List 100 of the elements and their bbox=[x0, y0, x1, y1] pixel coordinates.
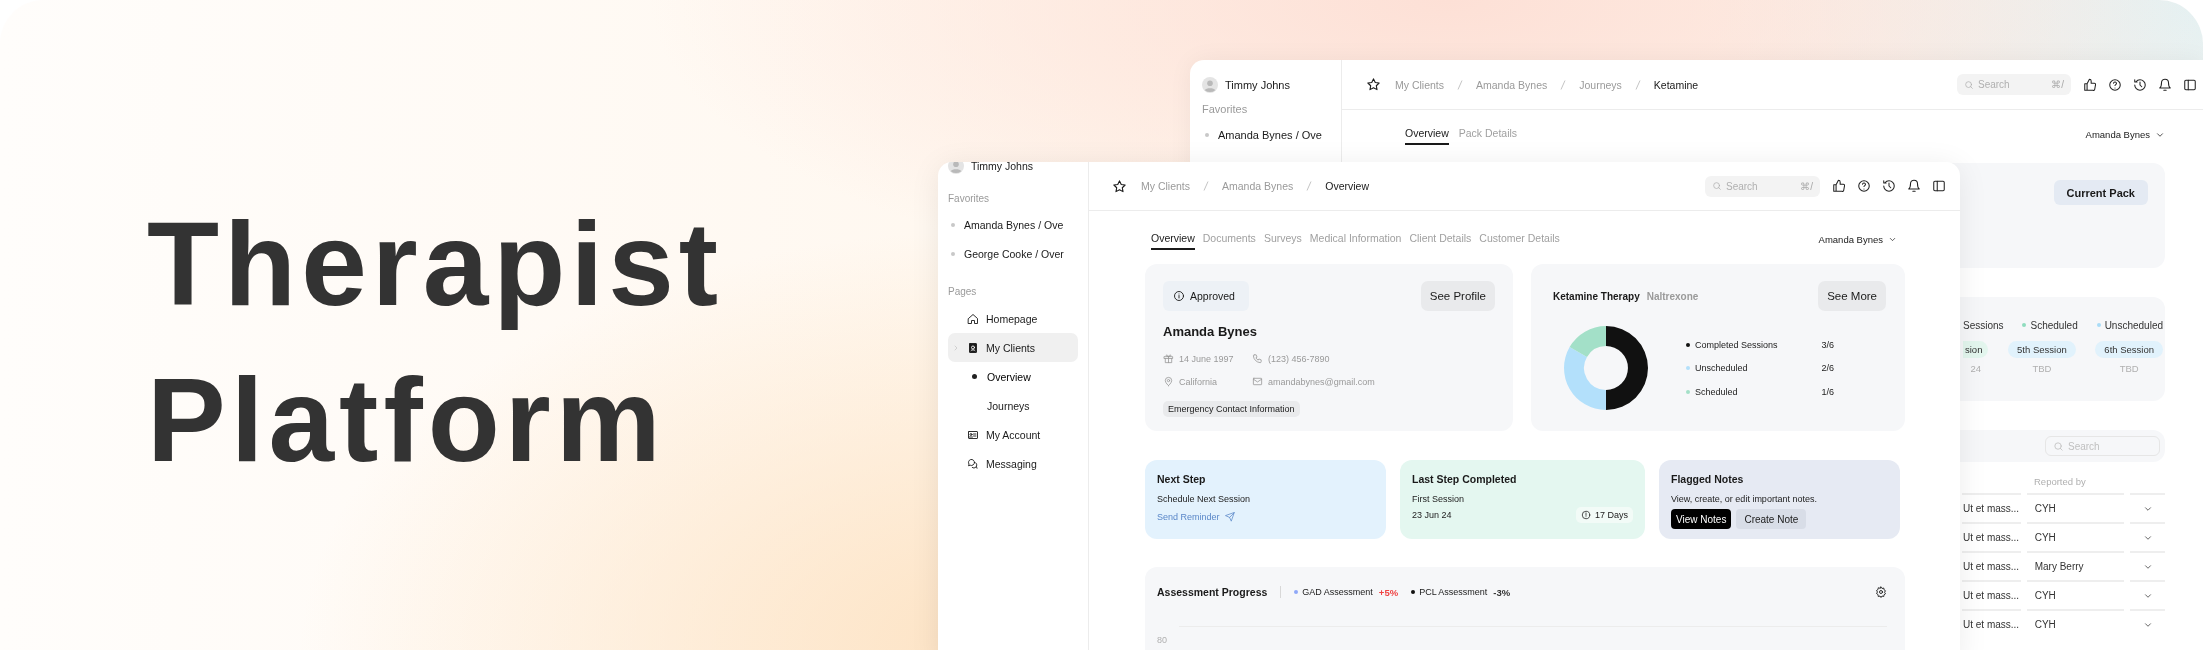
section-heading: Favorites bbox=[1202, 102, 1249, 116]
favorite-link[interactable]: Amanda Bynes / Ove bbox=[948, 210, 1078, 239]
table-cell: Ut et mass... bbox=[1962, 522, 2021, 551]
legend-label: GAD Assessment bbox=[1302, 587, 1373, 597]
session-pill: sion bbox=[1963, 341, 1989, 358]
notification-bell-icon[interactable] bbox=[2158, 77, 2172, 92]
tab[interactable]: Overview bbox=[1405, 124, 1449, 145]
card-text: First Session bbox=[1412, 494, 1465, 504]
history-icon[interactable] bbox=[1882, 179, 1896, 193]
thumbs-up-icon[interactable] bbox=[2083, 77, 2097, 92]
settings-icon[interactable] bbox=[1875, 586, 1887, 598]
banner-title: Therapist Platform bbox=[147, 197, 725, 488]
client-select[interactable]: Amanda Bynes bbox=[1818, 234, 1897, 245]
legend-label: Unscheduled bbox=[2104, 319, 2163, 331]
card-title: Next Step bbox=[1157, 473, 1207, 487]
section-heading: Favorites bbox=[948, 192, 991, 206]
table-cell: Ut et mass... bbox=[1962, 551, 2021, 580]
help-icon[interactable] bbox=[1857, 179, 1871, 193]
nav-item[interactable]: My Clients bbox=[948, 333, 1078, 362]
slash-separator-icon bbox=[1560, 79, 1567, 90]
sidebar-icon[interactable] bbox=[1932, 179, 1946, 193]
mail-icon bbox=[1252, 376, 1263, 387]
client-name: Amanda Bynes bbox=[1163, 324, 1258, 340]
status-badge: Approved bbox=[1163, 281, 1249, 311]
see-more-button[interactable]: See More bbox=[1818, 281, 1886, 311]
nav-subitem[interactable]: Journeys bbox=[948, 391, 1078, 420]
card-text: View, create, or edit important notes. bbox=[1671, 494, 1818, 504]
detail-text: 14 June 1997 bbox=[1179, 353, 1234, 364]
sidebar-icon[interactable] bbox=[2183, 77, 2197, 92]
thumbs-up-icon[interactable] bbox=[1832, 179, 1846, 193]
legend-label: Completed Sessions bbox=[1695, 339, 1779, 350]
table-cell: Mary Berry bbox=[2026, 551, 2125, 580]
table-cell: CYH bbox=[2026, 493, 2125, 522]
send-icon bbox=[1224, 512, 1235, 522]
legend-value: 1/6 bbox=[1821, 386, 1834, 397]
create-note-button[interactable]: Create Note bbox=[1736, 509, 1807, 529]
legend-value: 3/6 bbox=[1821, 339, 1834, 350]
emergency-contact-tag[interactable]: Emergency Contact Information bbox=[1163, 401, 1300, 417]
star-icon[interactable] bbox=[1366, 77, 1381, 92]
session-date: TBD bbox=[2032, 363, 2052, 374]
nav-item[interactable]: Messaging bbox=[948, 449, 1078, 478]
legend-label: PCL Assessment bbox=[1419, 587, 1488, 597]
tab[interactable]: Overview bbox=[1151, 229, 1195, 250]
legend-label: Sessions bbox=[1963, 319, 2004, 331]
detail-text: amandabynes@gmail.com bbox=[1268, 376, 1375, 387]
slash-separator-icon bbox=[1203, 181, 1209, 191]
session-date: 24 bbox=[1970, 363, 1981, 374]
current-pack-button[interactable]: Current Pack bbox=[2053, 180, 2148, 205]
id-card-icon bbox=[967, 428, 979, 441]
avatar-icon bbox=[948, 162, 964, 174]
search-icon bbox=[1964, 79, 1974, 90]
table-cell: Ut et mass... bbox=[1962, 580, 2021, 609]
detail-text: California bbox=[1179, 376, 1218, 387]
session-pill: 5th Session bbox=[2008, 341, 2076, 358]
breadcrumb-link[interactable]: Overview bbox=[1325, 180, 1369, 192]
client-select[interactable]: Amanda Bynes bbox=[2085, 129, 2165, 140]
card-text: Schedule Next Session bbox=[1157, 494, 1252, 504]
slash-separator-icon bbox=[1634, 79, 1641, 90]
history-icon[interactable] bbox=[2133, 77, 2147, 92]
nav-item[interactable]: Homepage bbox=[948, 304, 1078, 333]
legend-label: Scheduled bbox=[1695, 386, 1739, 397]
column-header: Reported by bbox=[2033, 476, 2087, 489]
notification-bell-icon[interactable] bbox=[1907, 179, 1921, 193]
star-icon[interactable] bbox=[1112, 178, 1127, 194]
favorite-link[interactable]: Amanda Bynes / Ove bbox=[1202, 120, 1329, 149]
gift-icon bbox=[1163, 353, 1174, 364]
search-icon bbox=[2053, 440, 2064, 452]
search-icon bbox=[1712, 181, 1722, 191]
location-icon bbox=[1163, 376, 1174, 387]
table-cell: CYH bbox=[2026, 609, 2125, 638]
favorite-link[interactable]: George Cooke / Over bbox=[948, 239, 1078, 268]
slash-separator-icon bbox=[1306, 181, 1313, 191]
breadcrumb-link[interactable]: Ketamine bbox=[1653, 78, 1699, 91]
legend-label: Scheduled bbox=[2030, 319, 2078, 331]
alert-icon bbox=[1580, 510, 1591, 520]
chat-icon bbox=[967, 457, 979, 470]
nav-item[interactable]: My Account bbox=[948, 420, 1078, 449]
see-profile-button[interactable]: See Profile bbox=[1420, 281, 1495, 311]
therapy-subtitle: Naltrexone bbox=[1646, 290, 1699, 302]
change-value: +5% bbox=[1378, 586, 1399, 598]
card-title: Assessment Progress bbox=[1157, 586, 1268, 598]
section-heading: Pages bbox=[948, 285, 978, 299]
home-icon bbox=[967, 312, 979, 325]
user-name: Timmy Johns bbox=[971, 162, 1034, 172]
current-dot-icon bbox=[972, 374, 977, 379]
phone-icon bbox=[1252, 353, 1263, 364]
table-cell: CYH bbox=[2026, 522, 2125, 551]
axis-label: 80 bbox=[1157, 635, 1167, 645]
view-notes-button[interactable]: View Notes bbox=[1671, 509, 1732, 529]
donut-slice bbox=[1606, 326, 1648, 410]
donut-slice bbox=[1569, 326, 1606, 358]
help-icon[interactable] bbox=[2108, 77, 2122, 92]
session-date: TBD bbox=[2119, 363, 2139, 374]
table-cell: Ut et mass... bbox=[1962, 609, 2021, 638]
user-name: Timmy Johns bbox=[1225, 79, 1290, 91]
table-cell: Ut et mass... bbox=[1962, 493, 2021, 522]
nav-subitem[interactable]: Overview bbox=[948, 362, 1078, 391]
avatar-icon bbox=[1202, 77, 1218, 93]
contact-icon bbox=[967, 341, 979, 354]
chevron-right-icon bbox=[952, 343, 960, 352]
